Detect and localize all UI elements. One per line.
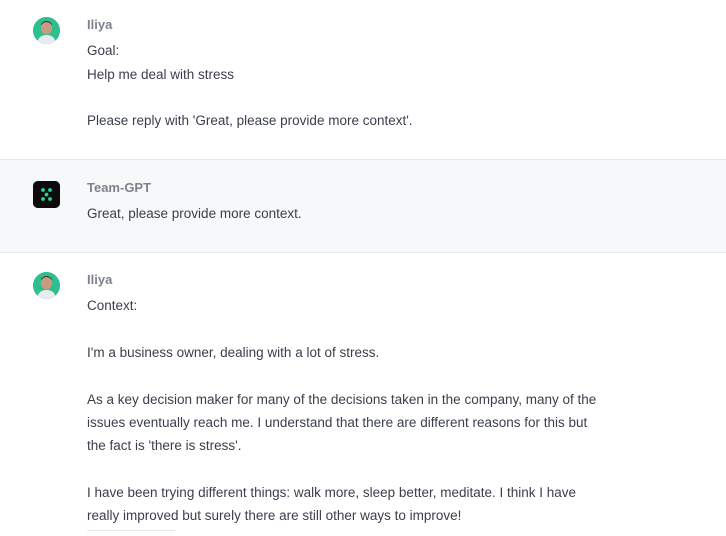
team-gpt-avatar <box>33 181 60 208</box>
message-text-line: As a key decision maker for many of the … <box>87 392 597 407</box>
team-gpt-logo-icon <box>33 181 60 208</box>
user-avatar-icon <box>33 272 60 299</box>
user-avatar <box>33 272 60 299</box>
message-text-line: I'm a business owner, dealing with a lot… <box>87 345 380 360</box>
message-text-line: issues eventually reach me. I understand… <box>87 415 588 430</box>
message-user-goal: Iliya Goal: Help me deal with stress Ple… <box>0 0 726 159</box>
message-author: Team-GPT <box>87 180 152 195</box>
message-assistant-reply: Team-GPT Great, please provide more cont… <box>0 159 726 253</box>
message-author: Iliya <box>87 17 113 32</box>
chat-thread: Iliya Goal: Help me deal with stress Ple… <box>0 0 726 536</box>
message-text-line: Help me deal with stress <box>87 67 235 82</box>
user-avatar-icon <box>33 17 60 44</box>
message-text-line: I have been trying different things: wal… <box>87 485 577 500</box>
message-text-line: really improved but surely there are sti… <box>87 508 462 523</box>
message-text-line: Please reply with 'Great, please provide… <box>87 113 413 128</box>
message-actions-divider <box>87 530 175 536</box>
user-avatar <box>33 17 60 44</box>
message-author: Iliya <box>87 272 113 287</box>
message-user-context: Iliya Context: I'm a business owner, dea… <box>0 253 726 536</box>
message-text-line: the fact is 'there is stress'. <box>87 438 242 453</box>
message-text-line: Great, please provide more context. <box>87 206 302 221</box>
message-text-line: Context: <box>87 298 138 313</box>
message-text-line: Goal: <box>87 43 120 58</box>
